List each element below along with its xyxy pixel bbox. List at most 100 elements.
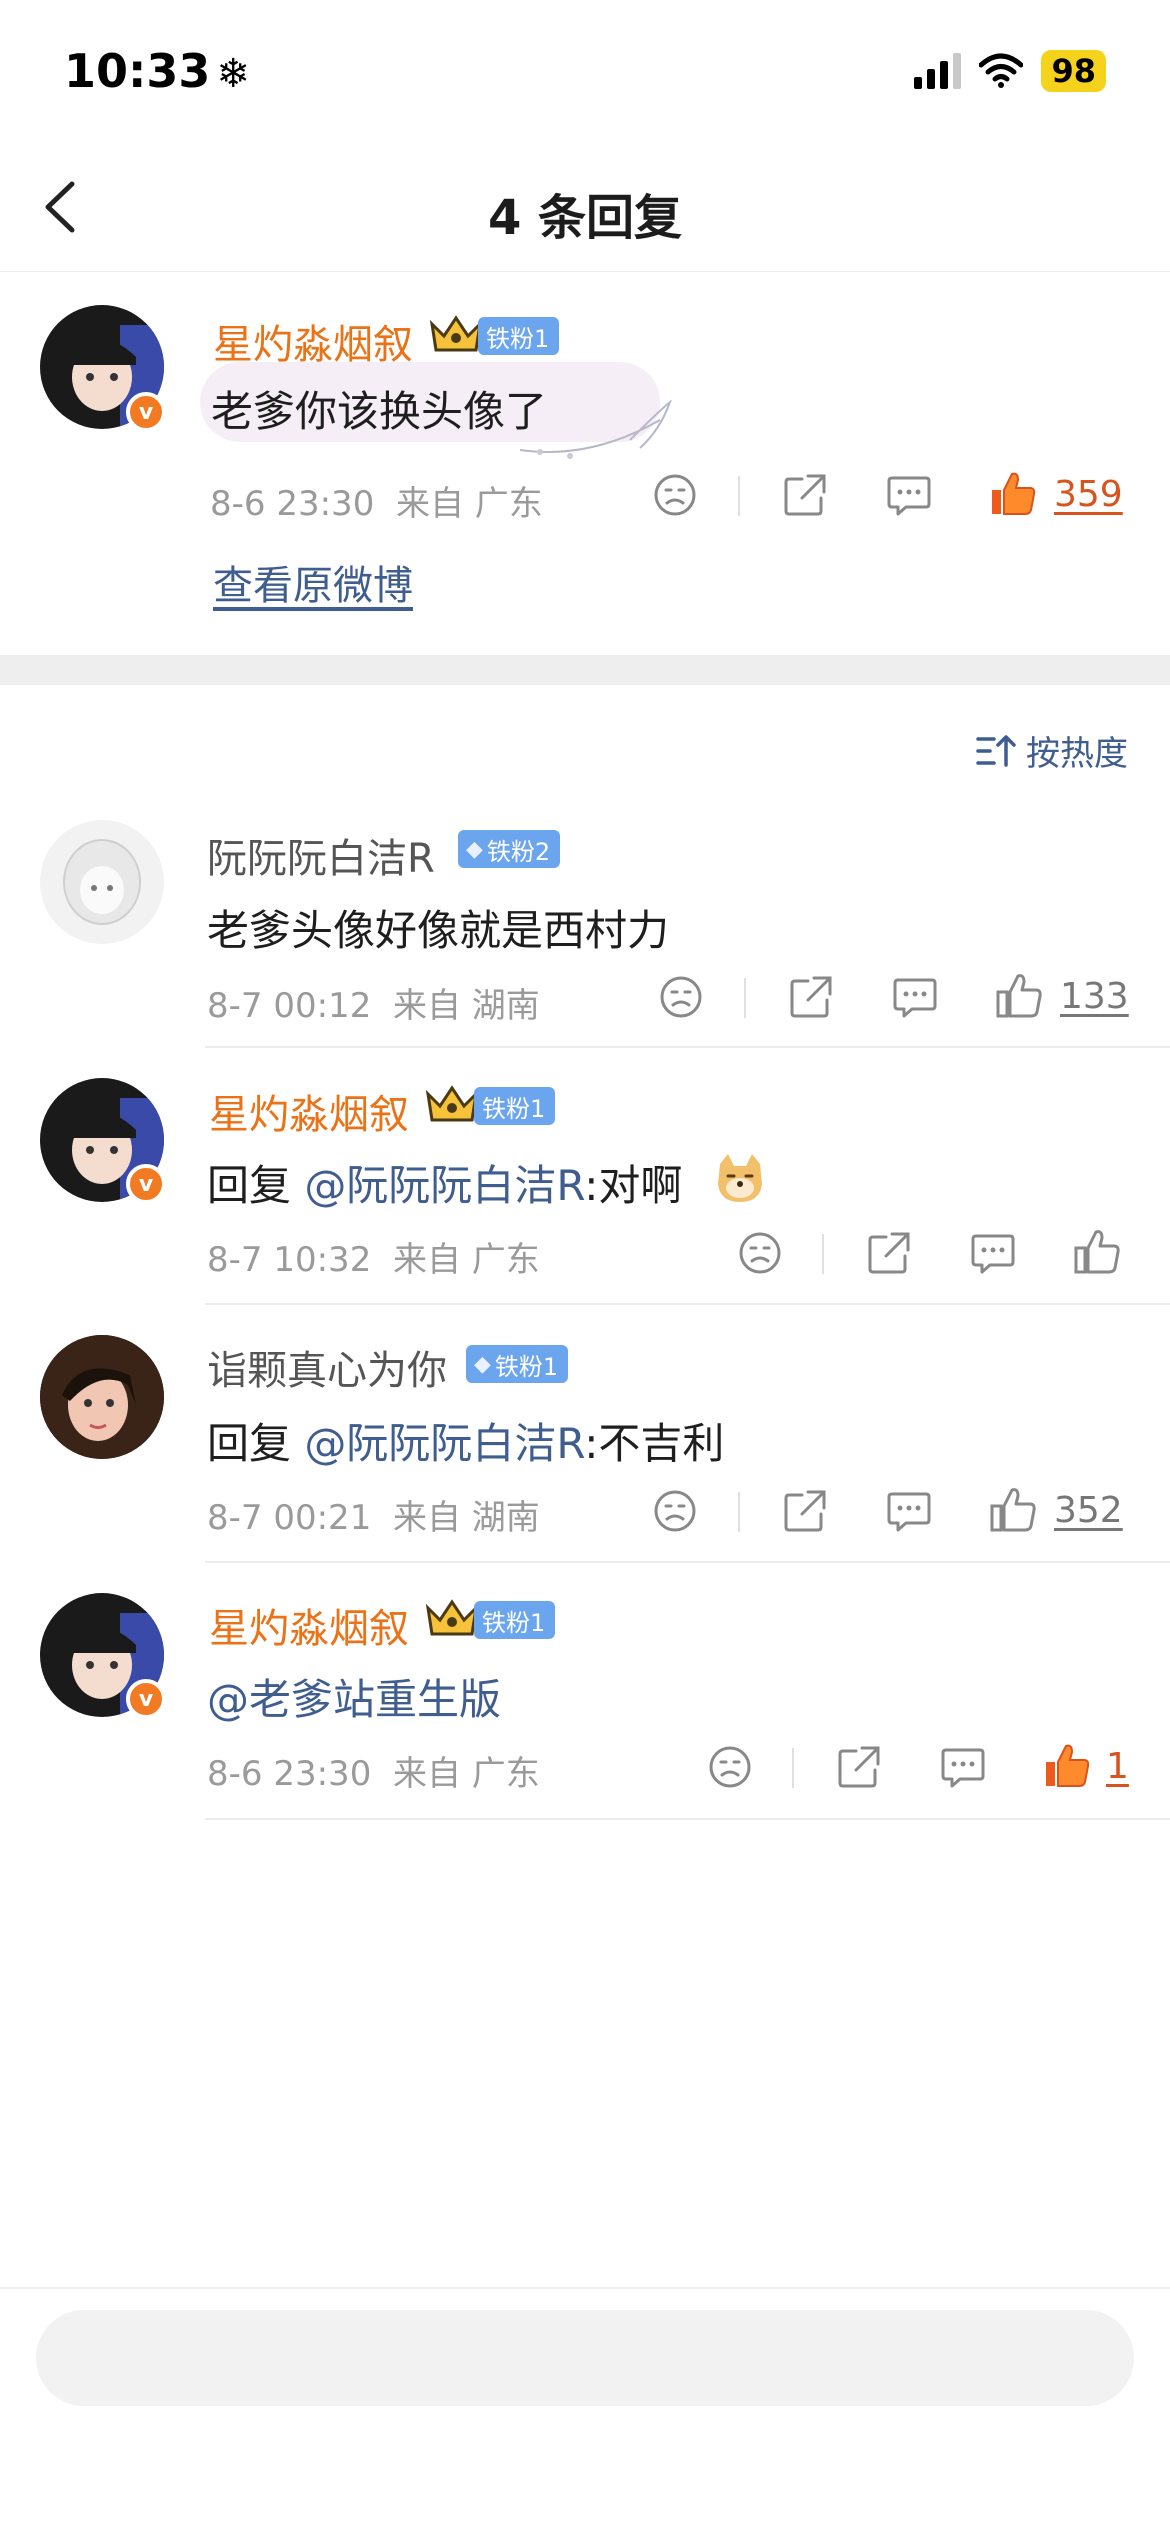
status-time-text: 10:33 xyxy=(64,44,211,98)
comment-icon[interactable] xyxy=(890,972,940,1022)
action-divider xyxy=(738,476,740,516)
dislike-face-icon[interactable] xyxy=(650,470,700,520)
comment-icon[interactable] xyxy=(884,1486,934,1536)
doge-emoji-icon xyxy=(718,1154,762,1202)
diamond-icon: ◆ xyxy=(474,1351,491,1377)
reply-username[interactable]: 诣颗真心为你 xyxy=(207,1338,447,1396)
crown-icon xyxy=(425,1599,479,1636)
fan-badge-label: 铁粉1 xyxy=(494,1352,559,1381)
cellular-signal-icon xyxy=(914,53,962,89)
reply-time: 8-6 23:30 xyxy=(207,1754,372,1794)
battery-indicator: 98 xyxy=(1041,50,1106,92)
reply-location: 来自 湖南 xyxy=(392,986,540,1026)
reply-divider xyxy=(205,1046,1170,1048)
crown-icon xyxy=(425,1085,479,1122)
action-divider xyxy=(792,1748,794,1788)
reply-username[interactable]: 阮阮阮白洁R xyxy=(207,826,435,884)
reply-time: 8-7 00:21 xyxy=(207,1498,372,1538)
fan-badge-label: 铁粉1 xyxy=(482,1608,546,1637)
reply-location: 来自 广东 xyxy=(392,1754,540,1794)
avatar[interactable] xyxy=(40,1335,164,1459)
snowflake-icon: ❄ xyxy=(216,51,250,97)
reply-prefix: 回复 xyxy=(207,1419,305,1468)
reply-text: 回复 @阮阮阮白洁R:对啊 xyxy=(207,1152,682,1213)
dislike-face-icon[interactable] xyxy=(735,1228,785,1278)
share-icon[interactable] xyxy=(864,1228,914,1278)
like-icon[interactable] xyxy=(994,970,1044,1020)
comment-time: 8-6 23:30 xyxy=(210,484,375,524)
reply-body: :不吉利 xyxy=(584,1419,725,1468)
reply-username[interactable]: 星灼淼烟叙 xyxy=(209,1596,409,1654)
like-icon[interactable] xyxy=(1072,1226,1122,1276)
fan-badge-label: 铁粉2 xyxy=(486,837,551,866)
dislike-face-icon[interactable] xyxy=(656,972,706,1022)
fan-badge[interactable]: ◆ 铁粉2 xyxy=(458,830,561,868)
reply-meta: 8-6 23:30 来自 广东 xyxy=(207,1746,540,1795)
like-icon[interactable] xyxy=(1042,1740,1092,1790)
reply-meta: 8-7 00:12 来自 湖南 xyxy=(207,978,540,1027)
fan-badge-label: 铁粉1 xyxy=(482,1094,546,1123)
diamond-icon: ◆ xyxy=(466,836,483,862)
status-icons: 98 xyxy=(914,50,1106,92)
reply-text: @老爹站重生版 xyxy=(207,1666,501,1727)
share-icon[interactable] xyxy=(834,1742,884,1792)
reply-body: :对啊 xyxy=(584,1161,683,1210)
comment-icon[interactable] xyxy=(968,1228,1018,1278)
comment-meta: 8-6 23:30 来自 广东 xyxy=(210,476,543,525)
like-count[interactable]: 133 xyxy=(1060,976,1129,1017)
section-divider xyxy=(0,655,1170,685)
comment-location: 来自 广东 xyxy=(395,484,543,524)
like-count[interactable]: 352 xyxy=(1054,1490,1123,1531)
avatar-anime-icon xyxy=(63,839,141,925)
reply-prefix: 回复 xyxy=(207,1161,305,1210)
like-icon[interactable] xyxy=(988,1484,1038,1534)
share-icon[interactable] xyxy=(780,1486,830,1536)
action-divider xyxy=(744,978,746,1018)
reply-divider xyxy=(205,1561,1170,1563)
action-divider xyxy=(822,1234,824,1274)
reply-divider xyxy=(205,1303,1170,1305)
wifi-icon xyxy=(979,53,1024,88)
sort-label: 按热度 xyxy=(1026,734,1128,774)
sort-button[interactable]: 按热度 xyxy=(976,726,1128,775)
fan-badge[interactable]: ◆ 铁粉1 xyxy=(466,1345,569,1383)
page-title: 4 条回复 xyxy=(487,190,683,246)
verified-badge-icon: v xyxy=(126,392,166,432)
comment-icon[interactable] xyxy=(938,1742,988,1792)
nav-bar: 4 条回复 xyxy=(0,150,1170,272)
bottom-divider xyxy=(0,2287,1170,2289)
mention-link[interactable]: @阮阮阮白洁R xyxy=(304,1419,584,1468)
reply-text: 老爹头像好像就是西村力 xyxy=(207,906,670,955)
comment-text: 老爹你该换头像了 xyxy=(211,387,548,436)
like-icon[interactable] xyxy=(988,468,1038,518)
reply-location: 来自 广东 xyxy=(392,1240,540,1280)
status-bar: 10:33 ❄ 98 xyxy=(0,0,1170,150)
reply-meta: 8-7 00:21 来自 湖南 xyxy=(207,1490,540,1539)
sort-icon xyxy=(976,734,1016,767)
dislike-face-icon[interactable] xyxy=(650,1486,700,1536)
mention-link[interactable]: @老爹站重生版 xyxy=(207,1675,501,1724)
view-original-link[interactable]: 查看原微博 xyxy=(213,553,413,611)
mention-link[interactable]: @阮阮阮白洁R xyxy=(304,1161,584,1210)
action-divider xyxy=(738,1492,740,1532)
avatar[interactable] xyxy=(40,820,164,944)
reply-input[interactable] xyxy=(36,2310,1134,2406)
fan-badge[interactable]: 铁粉1 xyxy=(478,317,560,355)
page: 10:33 ❄ 98 4 条回复 v 星灼淼烟叙 铁粉1 老爹你该换头像了 8-… xyxy=(0,0,1170,2532)
dislike-face-icon[interactable] xyxy=(705,1742,755,1792)
like-count[interactable]: 1 xyxy=(1106,1746,1129,1787)
reply-text: 回复 @阮阮阮白洁R:不吉利 xyxy=(207,1410,724,1471)
reply-username[interactable]: 星灼淼烟叙 xyxy=(209,1082,409,1140)
reply-divider xyxy=(205,1818,1170,1820)
verified-badge-icon: v xyxy=(126,1679,166,1719)
status-time: 10:33 ❄ xyxy=(64,44,250,98)
share-icon[interactable] xyxy=(780,470,830,520)
fan-badge-label: 铁粉1 xyxy=(486,324,550,353)
comment-icon[interactable] xyxy=(884,470,934,520)
share-icon[interactable] xyxy=(786,972,836,1022)
crown-icon xyxy=(429,315,483,352)
like-count[interactable]: 359 xyxy=(1054,474,1123,515)
fan-badge[interactable]: 铁粉1 xyxy=(474,1087,556,1125)
reply-meta: 8-7 10:32 来自 广东 xyxy=(207,1232,540,1281)
fan-badge[interactable]: 铁粉1 xyxy=(474,1601,556,1639)
